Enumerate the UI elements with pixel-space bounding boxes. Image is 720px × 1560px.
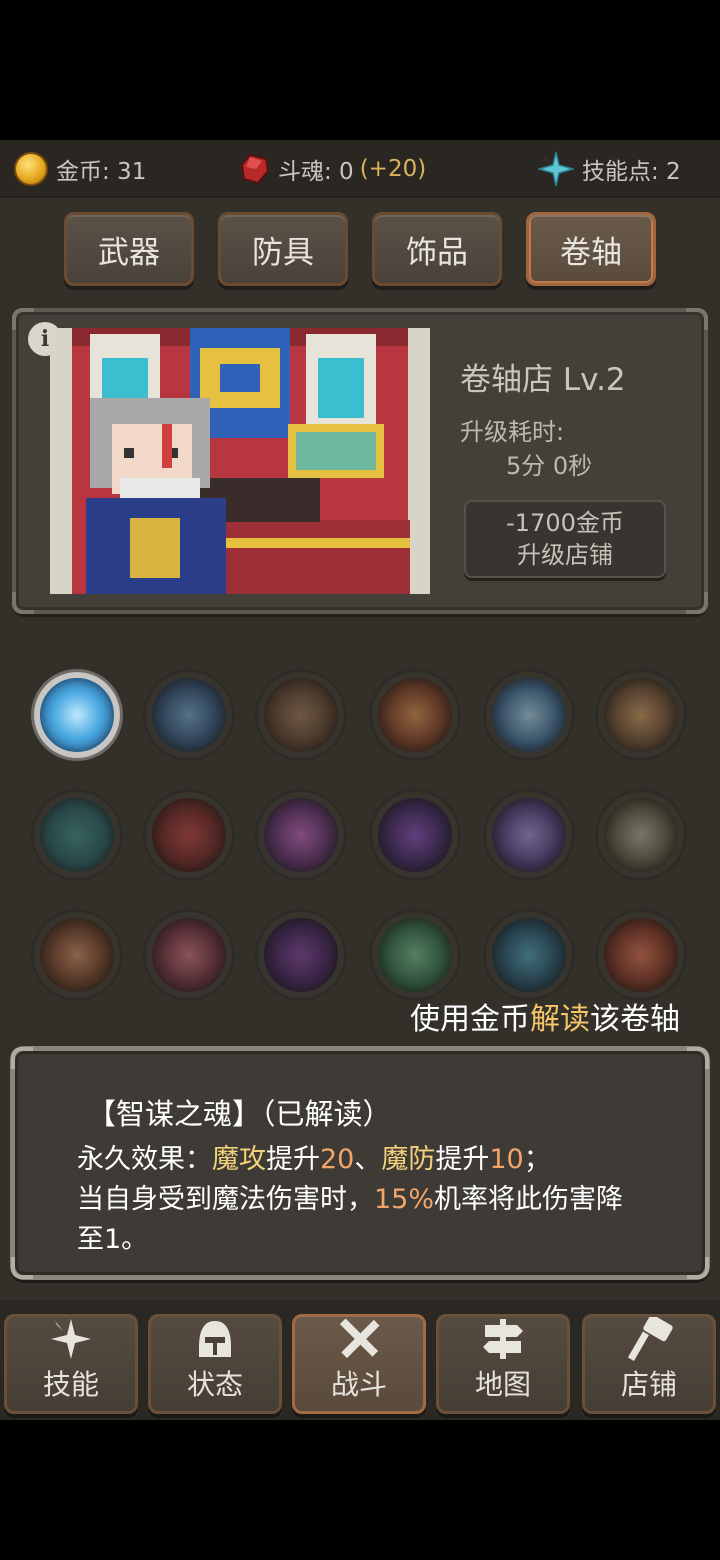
- upgrade-shop-button[interactable]: -1700金币 升级店铺: [464, 500, 666, 578]
- shatter-scroll-icon[interactable]: [486, 792, 572, 878]
- gold-coin-icon: [14, 152, 48, 186]
- purple-beast-scroll-icon[interactable]: [258, 792, 344, 878]
- nav-skills-label: 技能: [42, 1368, 99, 1401]
- shop-name: 卷轴店 Lv.2: [460, 362, 626, 398]
- gold-label: 金币: 31: [56, 159, 147, 185]
- upgrade-action-label: 升级店铺: [517, 541, 613, 569]
- nav-battle[interactable]: 战斗: [292, 1314, 426, 1414]
- effect-line-2: 当自身受到魔法伤害时，15%机率将此伤害降: [77, 1177, 623, 1216]
- lightning-claw-scroll-icon[interactable]: [146, 672, 232, 758]
- skill-point-counter: 技能点: 2: [538, 151, 681, 187]
- nav-shop[interactable]: 店铺: [582, 1314, 716, 1414]
- nav-shop-label: 店铺: [620, 1368, 677, 1401]
- effect-verb-1: 提升: [266, 1144, 320, 1175]
- shopkeeper-portrait: [50, 328, 430, 594]
- red-slash-scroll-icon[interactable]: [146, 792, 232, 878]
- soul-bonus: (+20): [359, 156, 427, 182]
- tab-scrolls[interactable]: 卷轴: [526, 212, 656, 286]
- flame-orb-scroll-icon[interactable]: [598, 912, 684, 998]
- target-scroll-icon[interactable]: [258, 672, 344, 758]
- armor-scroll-icon[interactable]: [598, 792, 684, 878]
- effect-separator: 、: [354, 1144, 382, 1175]
- nav-skills[interactable]: 技能: [4, 1314, 138, 1414]
- helmet-icon: [199, 1321, 231, 1357]
- upgrade-cost: -1700金币: [506, 509, 624, 537]
- wind-spiral-scroll-icon[interactable]: [146, 912, 232, 998]
- ice-shield-scroll-icon[interactable]: [34, 672, 120, 758]
- resource-bar: 金币: 31 斗魂: 0 (+20) 技能点: 2: [0, 140, 720, 198]
- effect-attr-magic-attack: 魔攻: [212, 1144, 266, 1175]
- soul-counter: 斗魂: 0 (+20): [240, 152, 426, 186]
- effect-condition: 当自身受到魔法伤害时，: [77, 1184, 374, 1215]
- bottom-nav: 技能 状态 战斗 地图 店铺: [0, 1300, 720, 1420]
- crossed-swords-icon: [339, 1318, 380, 1359]
- hint-suffix: 该卷轴: [590, 1002, 680, 1037]
- effect-chance: 15%: [374, 1184, 435, 1215]
- vortex-scroll-icon[interactable]: [34, 792, 120, 878]
- nav-map-label: 地图: [474, 1368, 531, 1401]
- nav-status-label: 状态: [186, 1368, 243, 1401]
- effect-prefix: 永久效果：: [77, 1144, 212, 1175]
- water-sigil-scroll-icon[interactable]: [486, 912, 572, 998]
- effect-line-3: 至1。: [77, 1224, 149, 1255]
- nav-status[interactable]: 状态: [148, 1314, 282, 1414]
- scroll-grid: [0, 630, 720, 1010]
- fire-burst-scroll-icon[interactable]: [372, 672, 458, 758]
- nav-map[interactable]: 地图: [436, 1314, 570, 1414]
- tab-accessories[interactable]: 饰品: [372, 212, 502, 286]
- effect-verb-2: 提升: [435, 1144, 490, 1175]
- red-crystal-icon: [240, 153, 270, 185]
- effect-result: 机率将此伤害降: [434, 1184, 624, 1215]
- net-scroll-icon[interactable]: [258, 912, 344, 998]
- nav-battle-label: 战斗: [330, 1368, 387, 1401]
- hint-prefix: 使用金币: [410, 1002, 530, 1037]
- upgrade-time: 5分 0秒: [506, 452, 593, 480]
- game-screen: 金币: 31 斗魂: 0 (+20) 技能点: 2 武器 防具 饰品 卷轴 i: [0, 140, 720, 1420]
- hint-highlight: 解读: [530, 1002, 590, 1037]
- fist-scroll-icon[interactable]: [34, 912, 120, 998]
- skill-star-icon: [538, 151, 574, 187]
- tab-armor[interactable]: 防具: [218, 212, 348, 286]
- effect-value-2: 10: [489, 1144, 524, 1175]
- decode-hint: 使用金币解读该卷轴: [410, 994, 680, 1038]
- upgrade-time-label: 升级耗时:: [460, 418, 565, 446]
- effect-end: ；: [523, 1144, 551, 1175]
- demon-mask-scroll-icon[interactable]: [372, 792, 458, 878]
- scroll-description-panel: 【智谋之魂】（已解读） 永久效果：魔攻提升20、魔防提升10； 当自身受到魔法伤…: [10, 1046, 710, 1280]
- sparkle-icon: [51, 1319, 91, 1359]
- dragon-scroll-icon[interactable]: [598, 672, 684, 758]
- gold-counter: 金币: 31: [14, 152, 146, 186]
- effect-line-1: 永久效果：魔攻提升20、魔防提升10；: [77, 1137, 551, 1176]
- tab-weapons[interactable]: 武器: [64, 212, 194, 286]
- effect-value-1: 20: [320, 1144, 355, 1175]
- shop-panel: i 卷轴店 Lv.2 升级耗时: 5分 0秒 -1700金币 升级店铺: [12, 308, 708, 614]
- scroll-title: 【智谋之魂】（已解读）: [87, 1097, 392, 1131]
- hammer-icon: [627, 1317, 673, 1361]
- heart-heal-scroll-icon[interactable]: [372, 912, 458, 998]
- soul-label: 斗魂: 0: [278, 159, 354, 185]
- skill-points-label: 技能点: 2: [582, 159, 681, 185]
- frost-tree-scroll-icon[interactable]: [486, 672, 572, 758]
- signpost-icon: [483, 1319, 523, 1359]
- effect-attr-magic-defense: 魔防: [381, 1144, 436, 1175]
